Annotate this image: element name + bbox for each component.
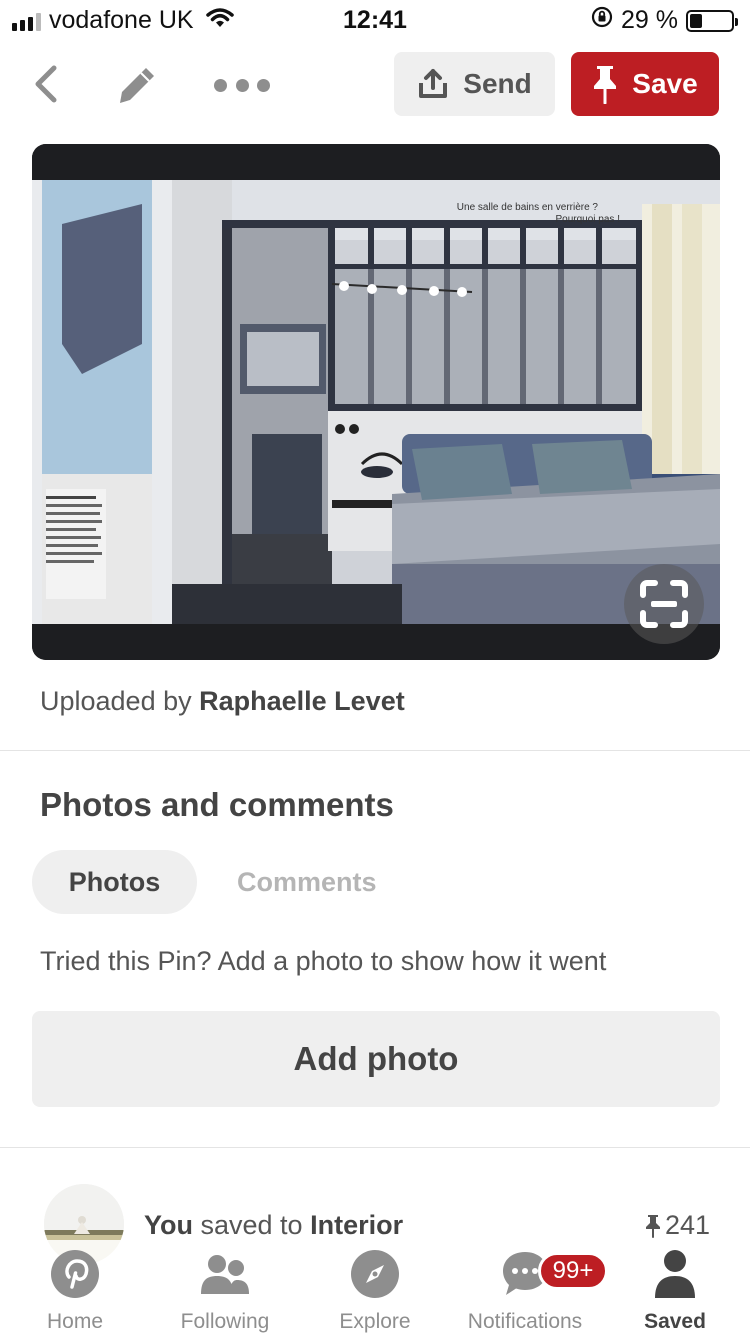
add-photo-button[interactable]: Add photo [32,1011,720,1107]
tab-home[interactable]: Home [0,1248,150,1334]
pushpin-icon [594,66,617,104]
saved-activity-row[interactable]: You saved to Interior 241 [0,1180,750,1264]
pushpin-icon [645,1214,660,1238]
section-title: Photos and comments [40,786,394,823]
tab-label: Explore [339,1310,411,1333]
tab-label: Notifications [467,1310,583,1333]
person-icon [649,1248,701,1300]
tab-photos[interactable]: Photos [32,850,197,914]
battery-icon [686,9,738,32]
tab-label: Following [180,1310,270,1333]
pin-action-bar: Send Save [0,52,750,116]
divider [0,1147,750,1148]
lens-icon [640,580,688,628]
tab-following[interactable]: Following [150,1248,300,1334]
tab-explore[interactable]: Explore [300,1248,450,1334]
divider [0,750,750,751]
notification-badge: 99+ [538,1252,608,1290]
status-right: 29 % [591,6,738,35]
save-count-value: 241 [664,1210,710,1240]
battery-level [690,13,702,28]
pin-image[interactable]: Une salle de bains en verrière ? Pourquo… [32,144,720,660]
share-upload-icon [419,69,448,98]
uploaded-prefix: Uploaded by [40,686,200,716]
pencil-icon [120,68,154,103]
image-caption-line2: Pourquoi pas ! [556,214,621,225]
saved-user: You [144,1210,193,1240]
saved-to-text: You saved to Interior [144,1210,403,1241]
save-label: Save [632,68,698,99]
compass-icon [349,1248,401,1300]
uploader-name[interactable]: Raphaelle Levet [199,686,405,716]
status-bar: vodafone UK 12:41 29 % [0,0,750,40]
battery-percent: 29 % [621,6,678,34]
visual-search-lens-button[interactable] [624,564,704,644]
tab-notifications[interactable]: 99+ Notifications [450,1248,608,1334]
uploaded-by: Uploaded by Raphaelle Levet [40,686,405,717]
tab-saved[interactable]: Saved [600,1248,750,1334]
tab-label: Saved [644,1310,706,1333]
edit-button[interactable] [116,64,158,106]
bottom-tab-bar: Home Following Explore 99+ Notifications… [0,1240,750,1334]
chevron-left-icon [35,65,57,103]
save-count: 241 [645,1210,710,1241]
people-icon [199,1248,251,1300]
more-options-button[interactable] [214,70,270,100]
dot-icon [214,78,227,92]
tab-comments[interactable]: Comments [237,850,377,914]
dot-icon [235,78,249,92]
image-caption-line1: Une salle de bains en verrière ? [457,202,599,213]
send-button[interactable]: Send [394,52,555,116]
tried-pin-prompt: Tried this Pin? Add a photo to show how … [40,946,607,976]
saved-middle: saved to [193,1210,311,1240]
board-name[interactable]: Interior [310,1210,403,1240]
orientation-lock-icon [591,6,613,35]
bedroom-photo: Une salle de bains en verrière ? Pourquo… [32,144,720,660]
tab-label: Home [46,1310,104,1333]
pinterest-logo-icon [49,1248,101,1300]
save-button[interactable]: Save [571,52,719,116]
send-label: Send [463,68,532,99]
back-button[interactable] [26,64,66,104]
dot-icon [257,78,270,92]
